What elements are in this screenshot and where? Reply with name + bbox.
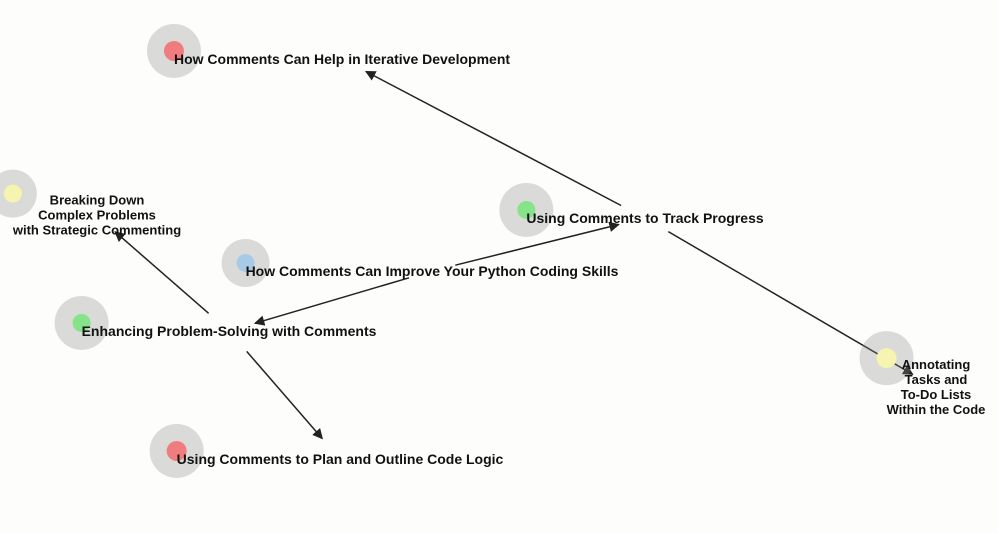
edge <box>366 72 621 206</box>
node-label: Enhancing Problem-Solving with Comments <box>82 323 377 339</box>
edge <box>247 351 323 438</box>
node-iterative: How Comments Can Help in Iterative Devel… <box>174 51 510 67</box>
node-label: Using Comments to Track Progress <box>526 210 763 226</box>
node-track-progress: Using Comments to Track Progress <box>526 210 763 226</box>
node-label: How Comments Can Improve Your Python Cod… <box>246 263 619 279</box>
node-annotating: Annotating Tasks and To-Do Lists Within … <box>887 358 986 418</box>
node-label: How Comments Can Help in Iterative Devel… <box>174 51 510 67</box>
diagram-canvas: How Comments Can Improve Your Python Cod… <box>0 0 998 533</box>
edge <box>255 278 409 324</box>
node-enhancing: Enhancing Problem-Solving with Comments <box>82 323 377 339</box>
node-root: How Comments Can Improve Your Python Cod… <box>246 263 619 279</box>
node-breaking: Breaking Down Complex Problems with Stra… <box>13 194 181 239</box>
node-label: Breaking Down Complex Problems with Stra… <box>13 194 181 239</box>
edge <box>115 232 209 313</box>
node-label: Annotating Tasks and To-Do Lists Within … <box>887 358 986 418</box>
node-plan: Using Comments to Plan and Outline Code … <box>177 451 504 467</box>
node-label: Using Comments to Plan and Outline Code … <box>177 451 504 467</box>
